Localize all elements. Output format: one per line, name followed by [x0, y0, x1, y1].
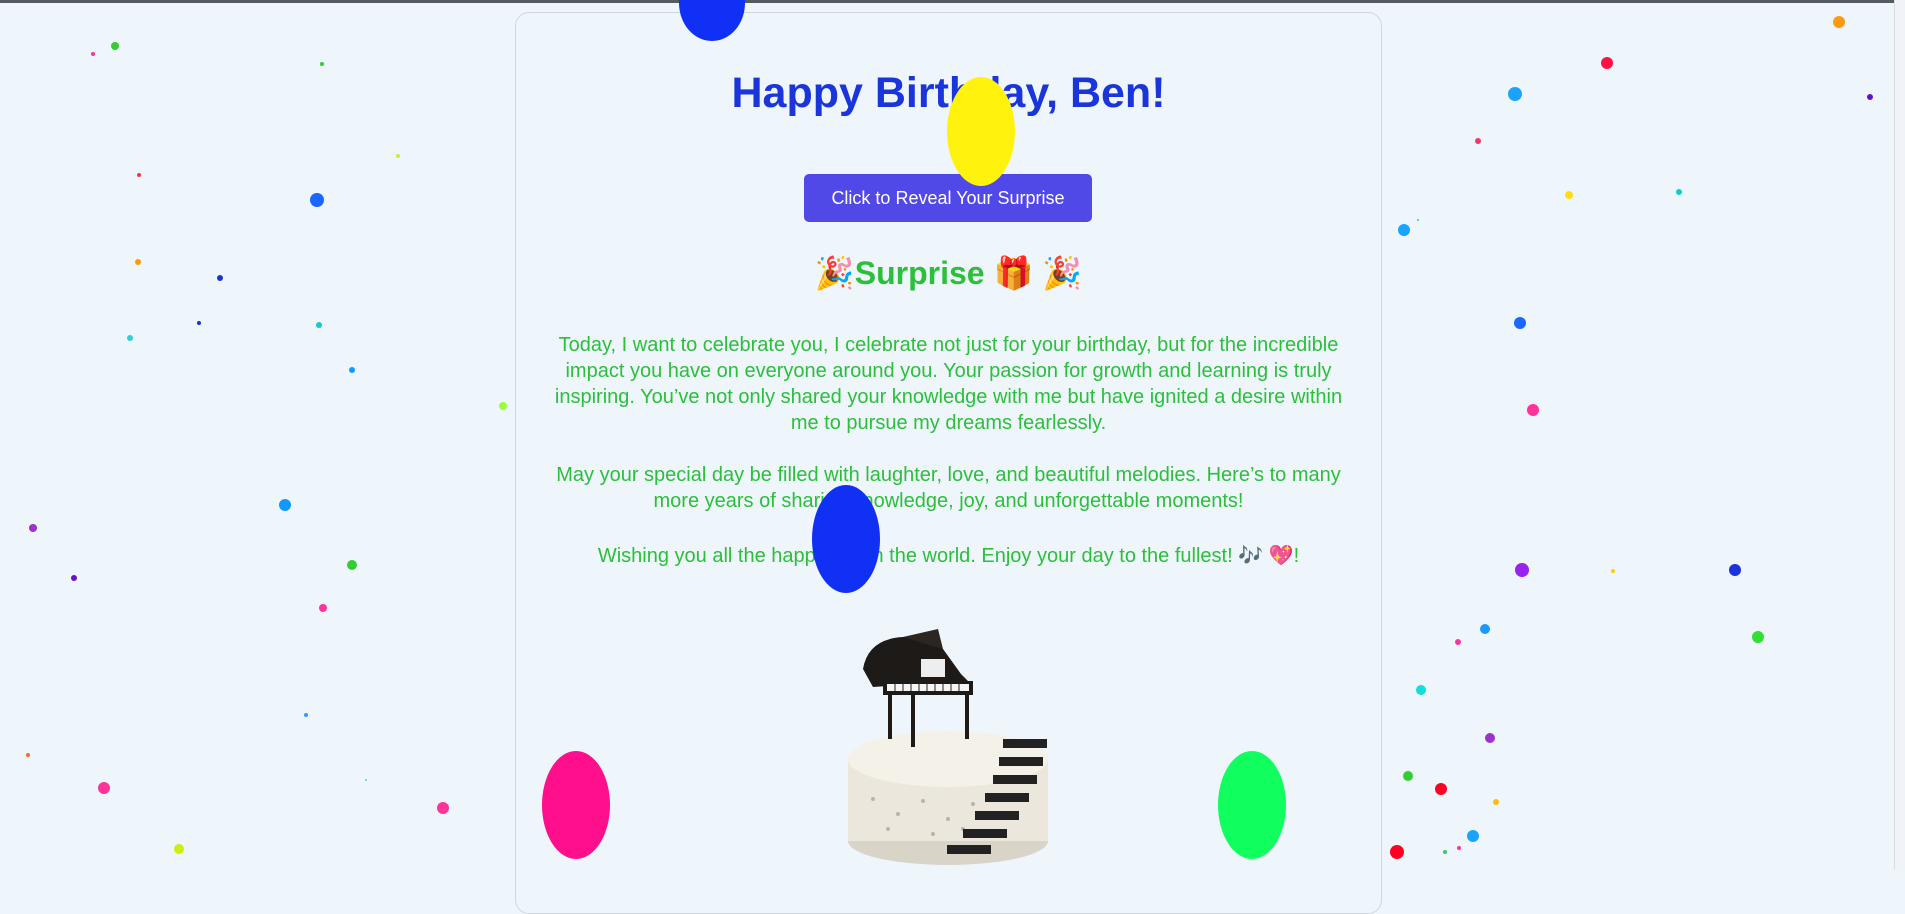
green-balloon — [1218, 751, 1286, 859]
confetti-dot — [1515, 563, 1529, 577]
blue-balloon — [812, 485, 880, 593]
confetti-dot — [304, 713, 308, 717]
scrollbar[interactable] — [1894, 0, 1905, 870]
confetti-dot — [174, 844, 184, 854]
confetti-dot — [347, 560, 357, 570]
confetti-dot — [1485, 733, 1495, 743]
confetti-dot — [1475, 138, 1481, 144]
party-popper-icon: 🎉 — [814, 255, 855, 291]
yellow-balloon — [947, 77, 1015, 186]
confetti-dot — [1417, 219, 1419, 221]
confetti-dot — [310, 193, 324, 207]
confetti-dot — [71, 575, 77, 581]
confetti-dot — [349, 367, 355, 373]
confetti-dot — [319, 604, 327, 612]
confetti-dot — [26, 753, 30, 757]
confetti-dot — [1676, 189, 1682, 195]
message-paragraph: May your special day be filled with laug… — [556, 464, 1341, 512]
confetti-dot — [1435, 783, 1447, 795]
piano-cake-image — [848, 629, 1048, 865]
confetti-dot — [1467, 830, 1479, 842]
confetti-dot — [1390, 845, 1404, 859]
confetti-dot — [137, 173, 141, 177]
confetti-dot — [1455, 639, 1461, 645]
confetti-dot — [437, 802, 449, 814]
confetti-dot — [1457, 846, 1461, 850]
confetti-dot — [1403, 771, 1413, 781]
confetti-dot — [1416, 685, 1426, 695]
confetti-dot — [217, 275, 223, 281]
confetti-dot — [111, 42, 119, 50]
message-paragraph: Wishing you all the happiness in the wor… — [597, 545, 1300, 567]
pink-balloon — [542, 751, 610, 859]
party-popper-icon: 🎉 — [1042, 255, 1083, 291]
confetti-dot — [1527, 404, 1539, 416]
confetti-dot — [396, 154, 400, 158]
confetti-dot — [1833, 16, 1845, 28]
confetti-dot — [279, 499, 291, 511]
confetti-dot — [197, 321, 201, 325]
confetti-dot — [320, 62, 324, 66]
confetti-dot — [1514, 317, 1526, 329]
confetti-dot — [1611, 569, 1615, 573]
surprise-heading-text: Surprise — [854, 255, 985, 291]
confetti-dot — [1398, 224, 1410, 236]
message-paragraph: Today, I want to celebrate you, I celebr… — [554, 334, 1343, 434]
surprise-heading: 🎉Surprise 🎁 🎉 — [516, 251, 1381, 295]
confetti-dot — [1752, 631, 1764, 643]
confetti-dot — [1601, 57, 1613, 69]
confetti-dot — [316, 322, 322, 328]
reveal-surprise-button[interactable]: Click to Reveal Your Surprise — [804, 174, 1092, 222]
confetti-dot — [499, 402, 507, 410]
gift-icon: 🎁 — [993, 255, 1034, 291]
confetti-dot — [135, 259, 141, 265]
confetti-dot — [1493, 799, 1499, 805]
confetti-dot — [1443, 850, 1447, 854]
confetti-dot — [1508, 87, 1522, 101]
confetti-dot — [365, 779, 367, 781]
confetti-dot — [29, 524, 37, 532]
confetti-dot — [127, 335, 133, 341]
confetti-dot — [1480, 624, 1490, 634]
browser-top-strip — [0, 0, 1905, 3]
confetti-dot — [1867, 94, 1873, 100]
confetti-dot — [91, 52, 95, 56]
confetti-dot — [1729, 564, 1741, 576]
confetti-dot — [98, 782, 110, 794]
confetti-dot — [1565, 191, 1573, 199]
